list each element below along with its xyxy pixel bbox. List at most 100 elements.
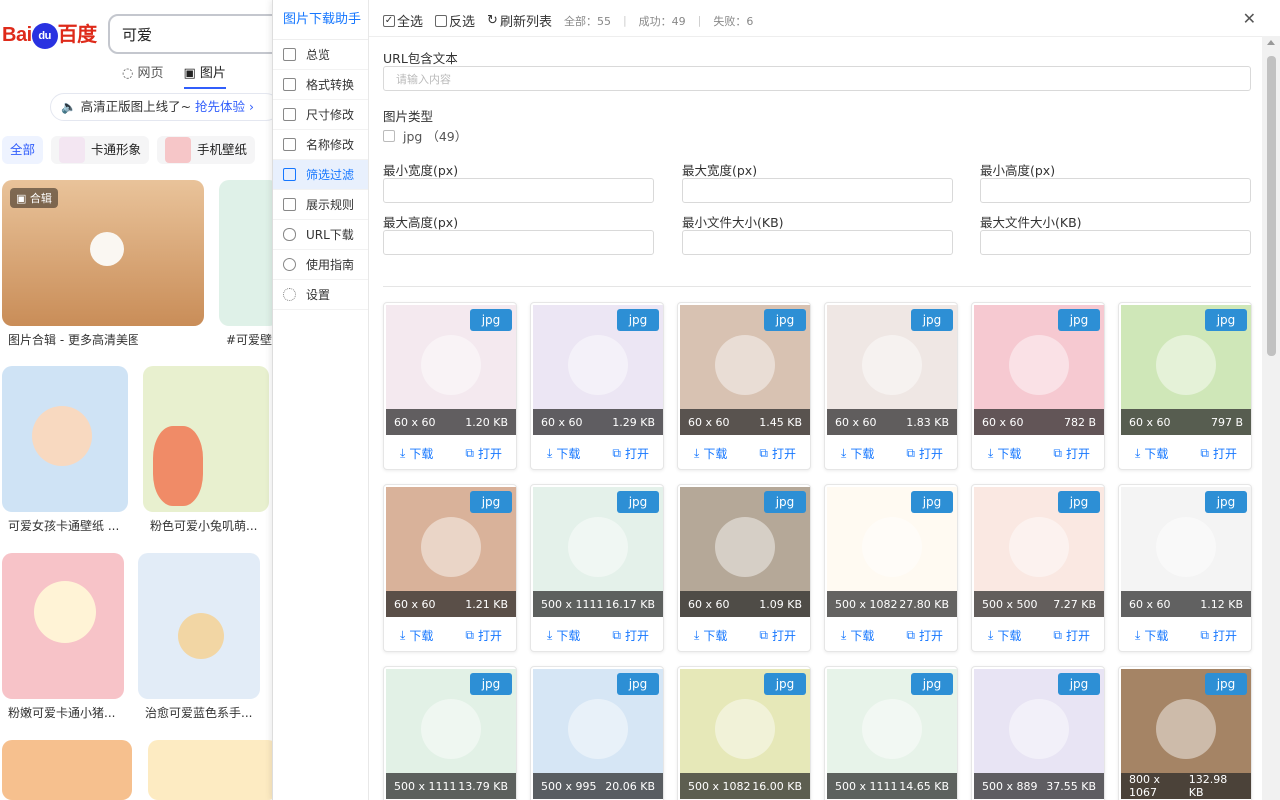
url-filter-input[interactable]: 请输入内容 xyxy=(383,66,1251,91)
image-thumbnail[interactable]: jpg 60 x 60 1.12 KB xyxy=(1121,487,1251,617)
download-button[interactable]: ⤓ 下载 xyxy=(1135,627,1168,644)
image-card[interactable]: jpg 500 x 500 7.27 KB ⤓ 下载 ⧉ 打开 xyxy=(971,484,1105,652)
banner-cta[interactable]: 抢先体验 › xyxy=(195,99,254,114)
open-button[interactable]: ⧉ 打开 xyxy=(759,627,796,644)
download-button[interactable]: ⤓ 下载 xyxy=(1135,445,1168,462)
image-thumbnail[interactable]: jpg 500 x 1111 13.79 KB xyxy=(386,669,516,799)
image-card[interactable]: jpg 60 x 60 1.45 KB ⤓ 下载 ⧉ 打开 xyxy=(677,302,811,470)
image-card[interactable]: jpg 60 x 60 782 B ⤓ 下载 ⧉ 打开 xyxy=(971,302,1105,470)
image-card[interactable]: jpg500 x 108216.00 KB⤓下载⧉打开 xyxy=(677,666,811,800)
image-thumbnail[interactable]: jpg 500 x 1111 16.17 KB xyxy=(533,487,663,617)
image-card[interactable]: jpg800 x 1067132.98 KB⤓下载⧉打开 xyxy=(1118,666,1252,800)
image-caption[interactable]: 可爱女孩卡通壁纸 ... xyxy=(8,517,128,534)
category-wallpaper[interactable]: 手机壁纸 xyxy=(157,136,256,164)
image-tile[interactable] xyxy=(143,366,269,512)
open-button[interactable]: ⧉ 打开 xyxy=(1200,627,1237,644)
image-thumbnail[interactable]: jpg 60 x 60 1.29 KB xyxy=(533,305,663,435)
image-thumbnail[interactable]: jpg 500 x 500 7.27 KB xyxy=(974,487,1104,617)
image-card[interactable]: jpg500 x 111113.79 KB⤓下载⧉打开 xyxy=(383,666,517,800)
image-caption[interactable]: 图片合辑 - 更多高清美图 xyxy=(8,331,138,348)
open-button[interactable]: ⧉ 打开 xyxy=(612,445,649,462)
image-thumbnail[interactable]: jpg 60 x 60 1.45 KB xyxy=(680,305,810,435)
image-thumbnail[interactable]: jpg 500 x 1082 16.00 KB xyxy=(680,669,810,799)
image-card[interactable]: jpg500 x 99520.06 KB⤓下载⧉打开 xyxy=(530,666,664,800)
tab-images[interactable]: ▣ 图片 xyxy=(183,62,226,89)
image-tile[interactable] xyxy=(148,740,272,800)
download-button[interactable]: ⤓ 下载 xyxy=(547,627,580,644)
min-size-input[interactable] xyxy=(682,230,953,255)
image-thumbnail[interactable]: jpg 500 x 995 20.06 KB xyxy=(533,669,663,799)
scrollbar[interactable] xyxy=(1262,36,1280,800)
download-button[interactable]: ⤓ 下载 xyxy=(694,445,727,462)
invert-selection-button[interactable]: 反选 xyxy=(435,11,475,30)
open-button[interactable]: ⧉ 打开 xyxy=(465,627,502,644)
scrollbar-thumb[interactable] xyxy=(1267,56,1276,356)
download-button[interactable]: ⤓ 下载 xyxy=(547,445,580,462)
baidu-logo[interactable]: Bai du 百度 xyxy=(2,18,97,49)
nav-settings[interactable]: 设置 xyxy=(273,280,368,310)
image-card[interactable]: jpg 60 x 60 1.09 KB ⤓ 下载 ⧉ 打开 xyxy=(677,484,811,652)
type-jpg-checkbox[interactable]: jpg （49） xyxy=(383,126,467,145)
open-button[interactable]: ⧉ 打开 xyxy=(1053,627,1090,644)
download-button[interactable]: ⤓ 下载 xyxy=(841,445,874,462)
nav-filter[interactable]: 筛选过滤 xyxy=(273,160,368,190)
image-thumbnail[interactable]: jpg 60 x 60 797 B xyxy=(1121,305,1251,435)
nav-url-download[interactable]: URL下载 xyxy=(273,220,368,250)
open-button[interactable]: ⧉ 打开 xyxy=(906,445,943,462)
image-card[interactable]: jpg 60 x 60 797 B ⤓ 下载 ⧉ 打开 xyxy=(1118,302,1252,470)
image-caption[interactable]: 治愈可爱蓝色系手... xyxy=(145,704,260,721)
refresh-list-button[interactable]: ↻ 刷新列表 xyxy=(487,11,552,30)
select-all-button[interactable]: ✓ 全选 xyxy=(383,11,423,30)
image-tile[interactable] xyxy=(219,180,272,326)
category-cartoon[interactable]: 卡通形象 xyxy=(51,136,150,164)
download-button[interactable]: ⤓ 下载 xyxy=(988,627,1021,644)
close-icon[interactable]: ✕ xyxy=(1243,9,1256,28)
nav-overview[interactable]: 总览 xyxy=(273,40,368,70)
download-button[interactable]: ⤓ 下载 xyxy=(988,445,1021,462)
image-tile[interactable] xyxy=(2,366,128,512)
image-card[interactable]: jpg 60 x 60 1.12 KB ⤓ 下载 ⧉ 打开 xyxy=(1118,484,1252,652)
download-button[interactable]: ⤓ 下载 xyxy=(841,627,874,644)
min-width-input[interactable] xyxy=(383,178,654,203)
image-tile[interactable] xyxy=(2,553,124,699)
hd-banner[interactable]: 🔈 高清正版图上线了~ 抢先体验 › xyxy=(50,93,272,121)
open-button[interactable]: ⧉ 打开 xyxy=(759,445,796,462)
min-height-input[interactable] xyxy=(980,178,1251,203)
image-thumbnail[interactable]: jpg 60 x 60 1.09 KB xyxy=(680,487,810,617)
max-size-input[interactable] xyxy=(980,230,1251,255)
image-thumbnail[interactable]: jpg 60 x 60 782 B xyxy=(974,305,1104,435)
search-input[interactable]: 可爱 xyxy=(108,14,272,54)
image-card[interactable]: jpg500 x 88937.55 KB⤓下载⧉打开 xyxy=(971,666,1105,800)
image-tile[interactable] xyxy=(138,553,260,699)
image-card[interactable]: jpg 500 x 1082 27.80 KB ⤓ 下载 ⧉ 打开 xyxy=(824,484,958,652)
max-height-input[interactable] xyxy=(383,230,654,255)
image-caption[interactable]: #可爱壁 xyxy=(226,331,272,348)
image-thumbnail[interactable]: jpg 60 x 60 1.83 KB xyxy=(827,305,957,435)
nav-format-convert[interactable]: 格式转换 xyxy=(273,70,368,100)
open-button[interactable]: ⧉ 打开 xyxy=(1053,445,1090,462)
image-caption[interactable]: 粉嫩可爱卡通小猪... xyxy=(8,704,124,721)
nav-guide[interactable]: 使用指南 xyxy=(273,250,368,280)
image-card[interactable]: jpg500 x 111114.65 KB⤓下载⧉打开 xyxy=(824,666,958,800)
open-button[interactable]: ⧉ 打开 xyxy=(1200,445,1237,462)
image-card[interactable]: jpg 60 x 60 1.20 KB ⤓ 下载 ⧉ 打开 xyxy=(383,302,517,470)
download-button[interactable]: ⤓ 下载 xyxy=(400,627,433,644)
nav-rename[interactable]: 名称修改 xyxy=(273,130,368,160)
image-thumbnail[interactable]: jpg 60 x 60 1.20 KB xyxy=(386,305,516,435)
image-thumbnail[interactable]: jpg 60 x 60 1.21 KB xyxy=(386,487,516,617)
image-card[interactable]: jpg 60 x 60 1.83 KB ⤓ 下载 ⧉ 打开 xyxy=(824,302,958,470)
image-caption[interactable]: 粉色可爱小兔叽萌... xyxy=(150,517,268,534)
album-image[interactable]: ▣ 合辑 xyxy=(2,180,204,326)
nav-resize[interactable]: 尺寸修改 xyxy=(273,100,368,130)
download-button[interactable]: ⤓ 下载 xyxy=(694,627,727,644)
download-button[interactable]: ⤓ 下载 xyxy=(400,445,433,462)
image-thumbnail[interactable]: jpg 500 x 1111 14.65 KB xyxy=(827,669,957,799)
image-card[interactable]: jpg 60 x 60 1.29 KB ⤓ 下载 ⧉ 打开 xyxy=(530,302,664,470)
max-width-input[interactable] xyxy=(682,178,953,203)
open-button[interactable]: ⧉ 打开 xyxy=(465,445,502,462)
image-thumbnail[interactable]: jpg 500 x 1082 27.80 KB xyxy=(827,487,957,617)
image-card[interactable]: jpg 500 x 1111 16.17 KB ⤓ 下载 ⧉ 打开 xyxy=(530,484,664,652)
image-thumbnail[interactable]: jpg 500 x 889 37.55 KB xyxy=(974,669,1104,799)
tab-web[interactable]: ◌ 网页 xyxy=(122,62,164,89)
open-button[interactable]: ⧉ 打开 xyxy=(612,627,649,644)
